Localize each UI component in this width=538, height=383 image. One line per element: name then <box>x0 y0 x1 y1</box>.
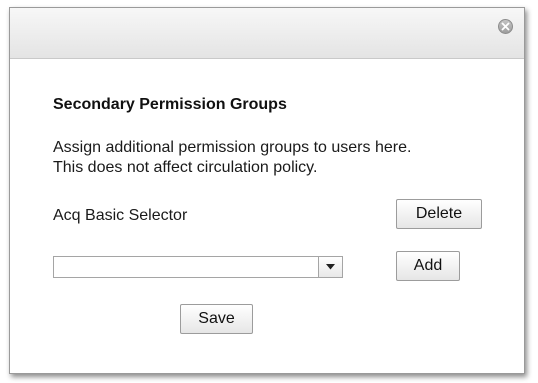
save-button[interactable]: Save <box>180 304 253 334</box>
dialog-description: Assign additional permission groups to u… <box>53 138 513 178</box>
close-button[interactable] <box>498 19 513 34</box>
description-line-1: Assign additional permission groups to u… <box>53 139 412 156</box>
dialog-content: Secondary Permission Groups Assign addit… <box>10 59 524 373</box>
dialog-titlebar <box>10 8 524 59</box>
dialog-heading: Secondary Permission Groups <box>53 96 287 113</box>
chevron-down-icon <box>326 264 335 270</box>
description-line-2: This does not affect circulation policy. <box>53 159 318 176</box>
permission-groups-dialog: Secondary Permission Groups Assign addit… <box>9 7 525 374</box>
screen: Secondary Permission Groups Assign addit… <box>0 0 538 383</box>
delete-button[interactable]: Delete <box>396 199 482 229</box>
close-icon <box>501 22 510 31</box>
assigned-group-label: Acq Basic Selector <box>53 207 188 224</box>
add-button[interactable]: Add <box>396 251 460 281</box>
select-dropdown-button[interactable] <box>318 257 342 277</box>
permission-group-select[interactable] <box>53 256 343 278</box>
